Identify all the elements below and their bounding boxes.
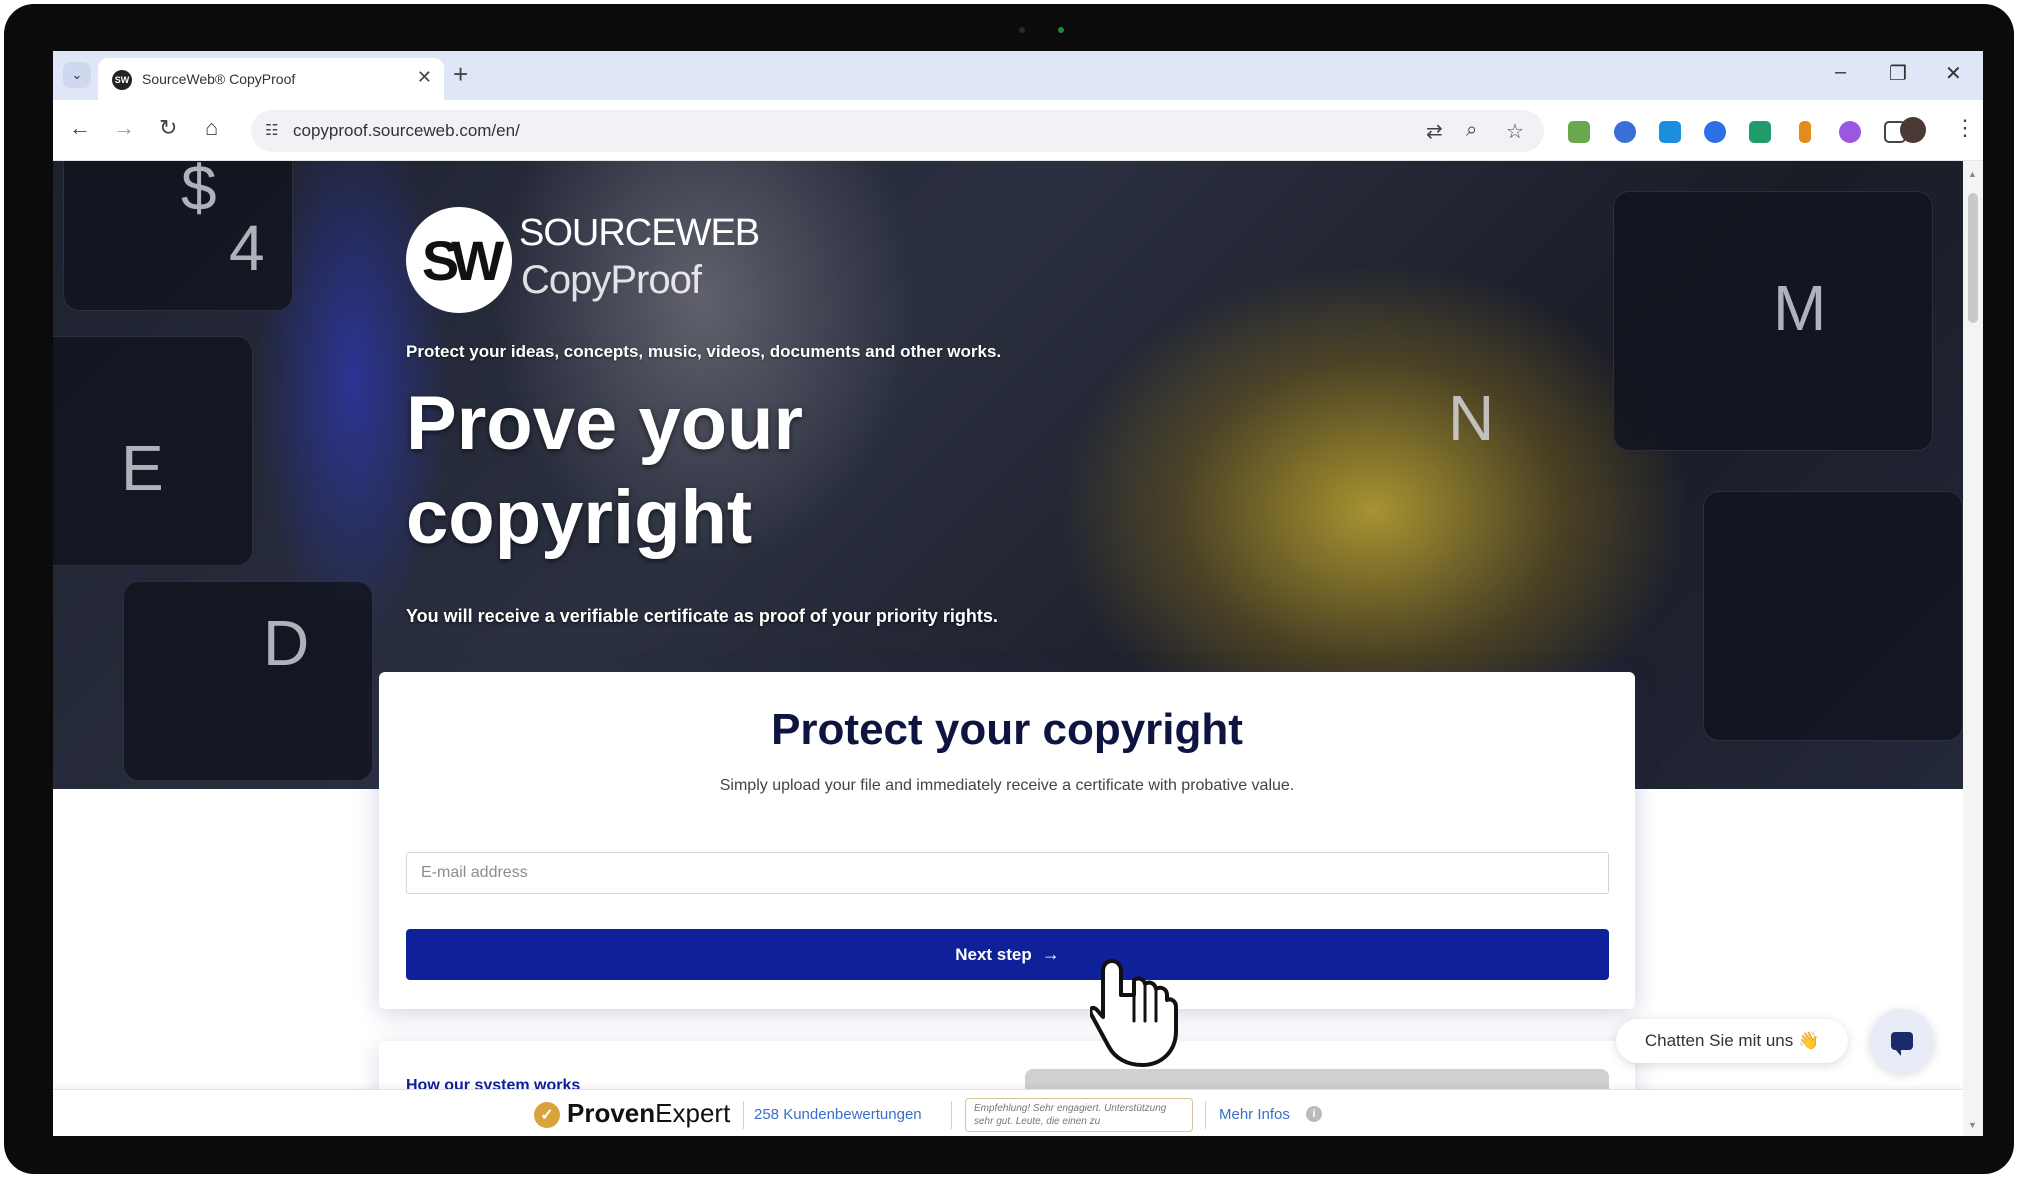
chat-prompt-bubble[interactable]: Chatten Sie mit uns 👋 (1616, 1019, 1848, 1063)
provenexpert-logo-bold: Proven (567, 1098, 656, 1128)
next-step-label: Next step (955, 944, 1032, 964)
camera-led (1058, 27, 1064, 33)
site-info-icon[interactable]: ☷ (265, 121, 278, 139)
provenexpert-reviews-link[interactable]: 258 Kundenbewertungen (754, 1106, 922, 1123)
back-button[interactable]: ← (69, 116, 91, 140)
extension-pin-icon[interactable] (1799, 121, 1811, 143)
scroll-down-icon[interactable]: ▼ (1968, 1120, 1977, 1130)
upload-card: Protect your copyright Simply upload you… (379, 672, 1635, 1009)
bookmark-star-icon[interactable]: ☆ (1506, 119, 1524, 144)
provenexpert-bar: ✓ ProvenExpert 258 Kundenbewertungen Emp… (53, 1089, 1963, 1136)
key-letter: 4 (229, 212, 265, 284)
hand-cursor-icon (1090, 959, 1178, 1067)
key-letter: N (1448, 382, 1495, 454)
tab-close-icon[interactable]: ✕ (417, 67, 432, 88)
divider (951, 1101, 952, 1129)
translate-icon[interactable]: ⇄ (1426, 119, 1443, 144)
hero-title: Prove your copyright (406, 381, 804, 560)
hero-tagline: Protect your ideas, concepts, music, vid… (406, 342, 1002, 361)
minimize-button[interactable]: – (1835, 61, 1846, 84)
tab-active[interactable]: SW SourceWeb® CopyProof ✕ (98, 58, 444, 100)
key-letter: D (263, 607, 310, 679)
sourceweb-logo-mark[interactable]: SW (406, 207, 512, 313)
chat-launcher-button[interactable] (1870, 1009, 1934, 1073)
divider (743, 1101, 744, 1129)
tab-favicon-icon: SW (112, 70, 132, 90)
extension-vimeo-icon[interactable] (1659, 121, 1681, 143)
info-icon[interactable]: i (1306, 1106, 1322, 1122)
provenexpert-more-info-link[interactable]: Mehr Infos (1219, 1106, 1290, 1123)
browser-toolbar: ← → ↻ ⌂ ☷ copyproof.sourceweb.com/en/ ⇄ … (53, 100, 1983, 161)
extension-sheet-icon[interactable] (1749, 121, 1771, 143)
keyboard-key (1703, 491, 1963, 741)
restore-button[interactable]: ❐ (1889, 61, 1907, 86)
page-content: $ 4 E D M N SW SOURCEWEB CopyProof Prote… (53, 161, 1963, 1136)
provenexpert-logo-rest: Expert (655, 1098, 731, 1128)
extension-target-icon[interactable] (1704, 121, 1726, 143)
browser-window: ⌄ SW SourceWeb® CopyProof ✕ + – ❐ ✕ ← → … (53, 51, 1983, 1136)
logo-product-name[interactable]: CopyProof (521, 258, 702, 303)
card-title: Protect your copyright (771, 705, 1243, 754)
page-scrollbar[interactable]: ▲ ▼ (1963, 161, 1983, 1136)
browser-menu-icon[interactable]: ⋮ (1954, 115, 1976, 141)
arrow-right-icon: → (1041, 944, 1060, 964)
tab-search-button[interactable]: ⌄ (63, 62, 91, 88)
provenexpert-quote[interactable]: Empfehlung! Sehr engagiert. Unterstützun… (965, 1098, 1193, 1132)
key-letter: M (1773, 272, 1827, 344)
url-text[interactable]: copyproof.sourceweb.com/en/ (293, 121, 520, 141)
new-tab-button[interactable]: + (453, 59, 468, 89)
forward-button[interactable]: → (113, 116, 135, 140)
next-step-button[interactable]: Next step → (406, 929, 1609, 980)
close-window-button[interactable]: ✕ (1945, 61, 1962, 86)
profile-avatar[interactable] (1900, 117, 1926, 143)
key-letter: E (121, 432, 164, 504)
tab-strip: ⌄ SW SourceWeb® CopyProof ✕ + – ❐ ✕ (53, 51, 1983, 100)
provenexpert-logo[interactable]: ProvenExpert (567, 1098, 730, 1129)
provenexpert-check-icon: ✓ (534, 1102, 560, 1128)
extension-globe-icon[interactable] (1614, 121, 1636, 143)
scroll-thumb[interactable] (1968, 193, 1978, 323)
scroll-up-icon[interactable]: ▲ (1968, 169, 1977, 179)
home-button[interactable]: ⌂ (205, 116, 218, 140)
camera-dot (1019, 27, 1025, 33)
chat-icon (1891, 1032, 1913, 1056)
address-bar[interactable]: ☷ copyproof.sourceweb.com/en/ ⇄ ⌕ ☆ (251, 110, 1544, 152)
reload-button[interactable]: ↻ (159, 116, 177, 140)
card-subtitle: Simply upload your file and immediately … (719, 777, 1295, 794)
keyboard-key (123, 581, 373, 781)
key-letter: $ (181, 161, 217, 224)
extension-download-icon[interactable] (1568, 121, 1590, 143)
extension-brain-icon[interactable] (1839, 121, 1861, 143)
email-field[interactable] (406, 852, 1609, 894)
zoom-icon[interactable]: ⌕ (1466, 119, 1477, 142)
divider (1205, 1101, 1206, 1129)
hero-subtitle: You will receive a verifiable certificat… (406, 606, 998, 626)
logo-brand-name[interactable]: SOURCEWEB (519, 212, 760, 255)
tab-title: SourceWeb® CopyProof (142, 71, 296, 87)
